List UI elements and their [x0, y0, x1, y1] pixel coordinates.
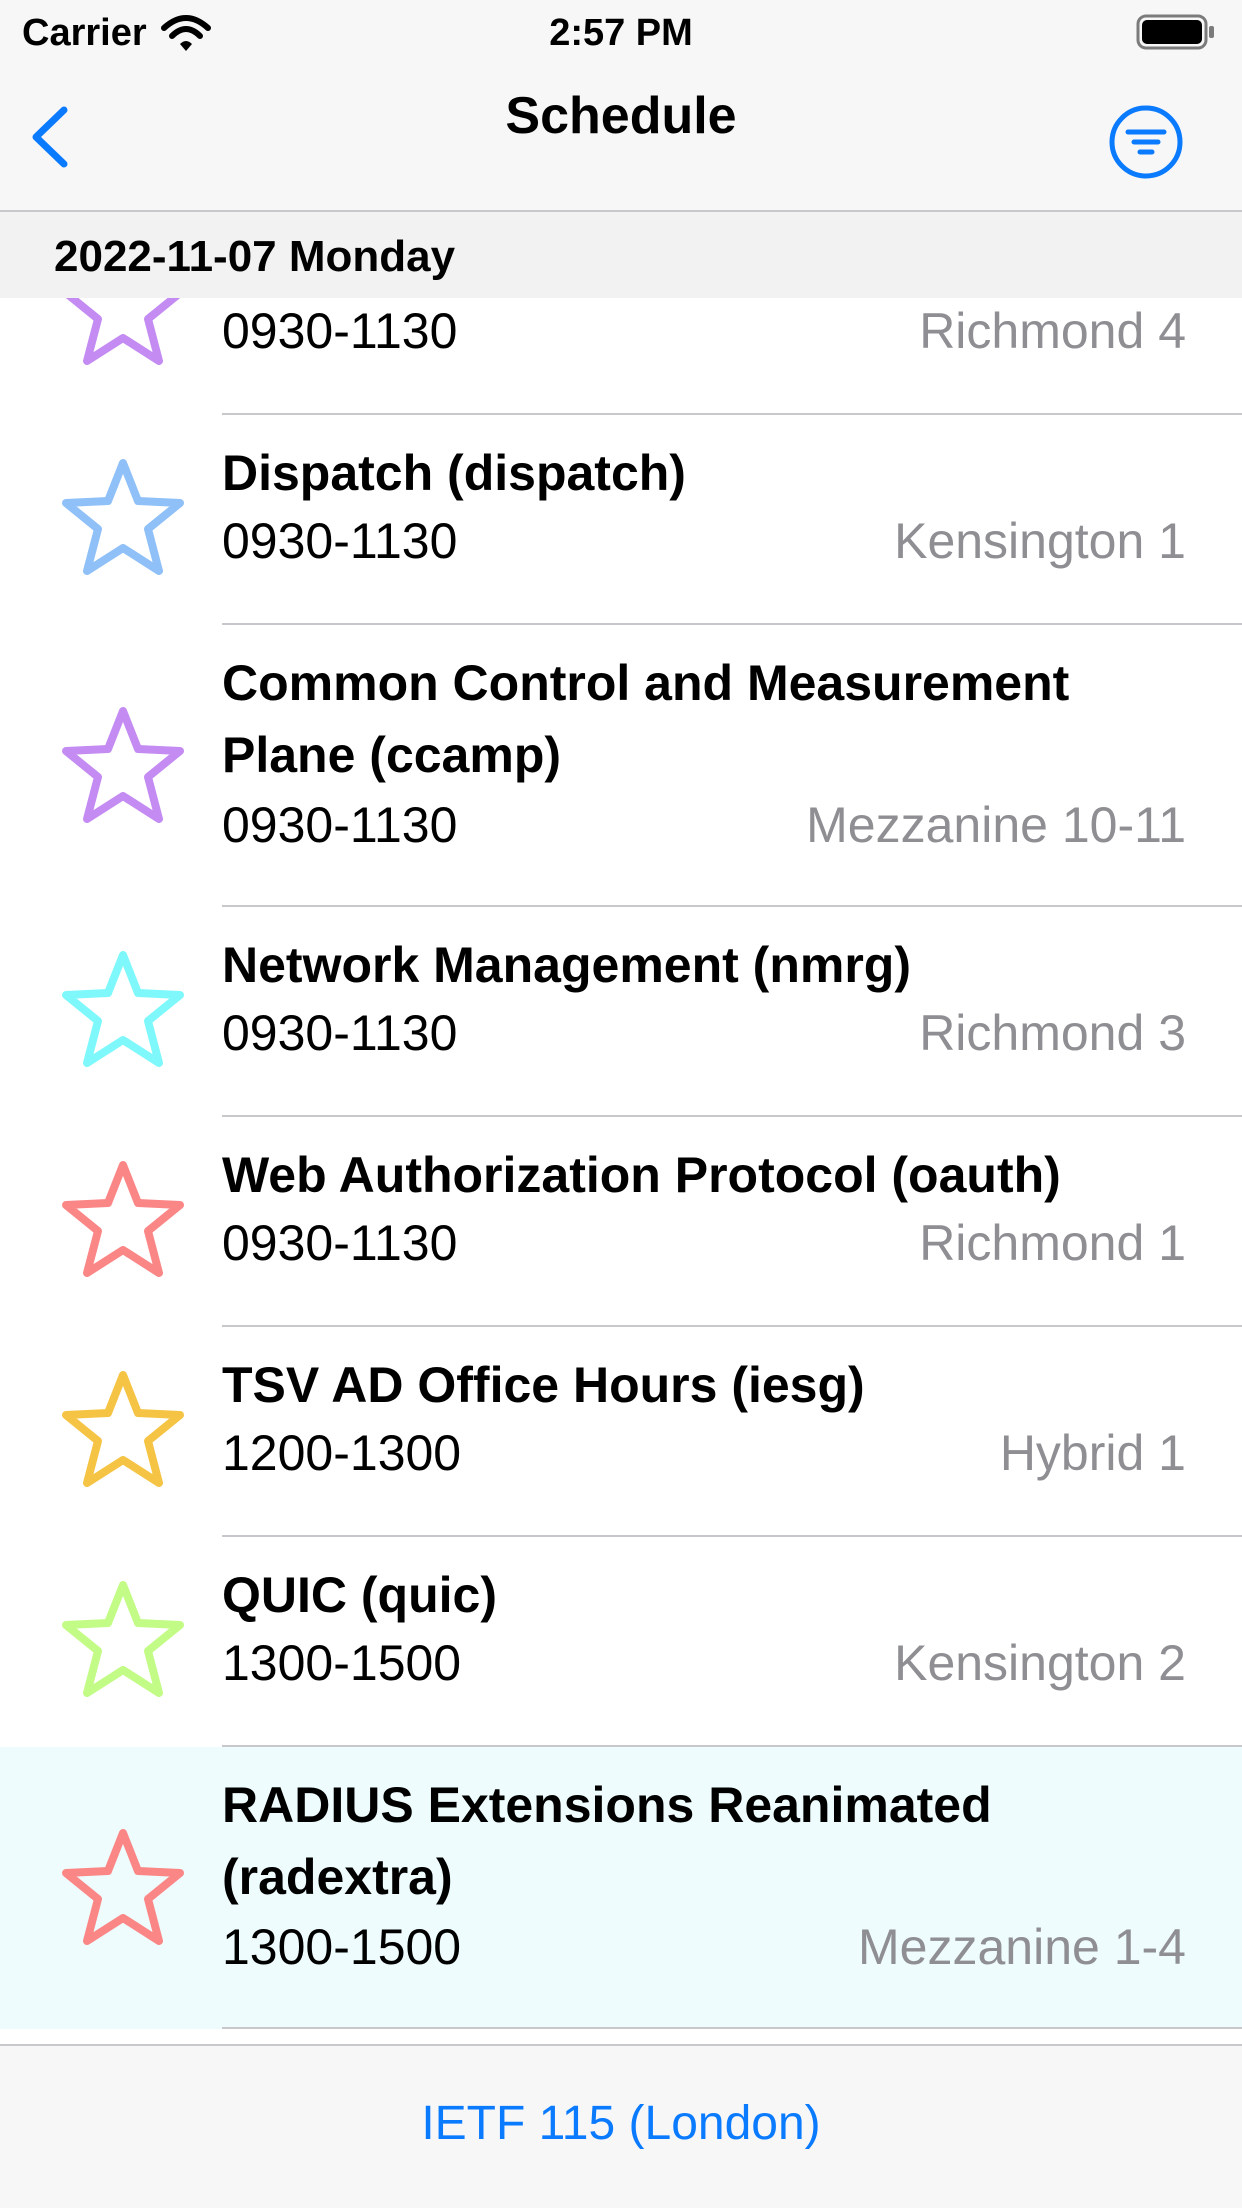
session-row[interactable]: RADIUS Extensions Reanimated (radextra) 1…	[0, 1747, 1242, 2029]
session-title: Common Control and Measurement Plane (cc…	[222, 655, 1070, 783]
session-row[interactable]: Common Control and Measurement Plane (cc…	[0, 625, 1242, 907]
battery-icon	[1136, 14, 1214, 50]
session-row[interactable]: TSV AD Office Hours (iesg) 1200-1300 Hybri…	[0, 1327, 1242, 1537]
status-bar: Carrier 2:57 PM	[0, 0, 1242, 66]
date-section-header: 2022-11-07 Monday	[0, 212, 1242, 298]
favorite-star-icon[interactable]	[60, 1159, 186, 1279]
session-row[interactable]: Dispatch (dispatch) 0930-1130 Kensington 1	[0, 415, 1242, 625]
page-title: Schedule	[505, 87, 737, 145]
session-title: QUIC (quic)	[222, 1567, 497, 1623]
session-room: Richmond 3	[919, 1005, 1186, 1061]
favorite-star-icon[interactable]	[60, 949, 186, 1069]
row-separator	[222, 2027, 1242, 2029]
navigation-bar: Schedule	[0, 66, 1242, 212]
meeting-selector-button[interactable]: IETF 115 (London)	[0, 2096, 1242, 2151]
clock: 2:57 PM	[549, 12, 693, 54]
favorite-star-icon[interactable]	[60, 705, 186, 825]
session-row[interactable]: QUIC (quic) 1300-1500 Kensington 2	[0, 1537, 1242, 1747]
session-row[interactable]: 0930-1130 Richmond 4	[0, 298, 1242, 415]
session-room: Mezzanine 1-4	[858, 1919, 1186, 1975]
bottom-toolbar: IETF 115 (London)	[0, 2044, 1242, 2208]
session-time: 0930-1130	[222, 1215, 458, 1271]
session-time: 1300-1500	[222, 1635, 462, 1691]
session-row[interactable]: Network Management (nmrg) 0930-1130 Richmo…	[0, 907, 1242, 1117]
session-time: 0930-1130	[222, 303, 458, 359]
session-title: RADIUS Extensions Reanimated (radextra)	[222, 1777, 992, 1905]
session-list[interactable]: 0930-1130 Richmond 4 Dispatch (dispatch) 09…	[0, 298, 1242, 2044]
session-row[interactable]: Web Authorization Protocol (oauth) 0930-1…	[0, 1117, 1242, 1327]
favorite-star-icon[interactable]	[60, 1369, 186, 1489]
session-title: Dispatch (dispatch)	[222, 445, 686, 501]
session-time: 0930-1130	[222, 797, 458, 853]
filter-list-icon[interactable]	[1108, 104, 1184, 180]
session-room: Hybrid 1	[999, 1425, 1186, 1481]
session-room: Kensington 2	[894, 1635, 1186, 1691]
session-time: 1300-1500	[222, 1919, 462, 1975]
session-title: Web Authorization Protocol (oauth)	[222, 1147, 1061, 1203]
session-time: 0930-1130	[222, 1005, 458, 1061]
favorite-star-icon[interactable]	[60, 298, 186, 367]
session-room: Richmond 1	[919, 1215, 1186, 1271]
session-room: Richmond 4	[919, 303, 1186, 359]
favorite-star-icon[interactable]	[60, 1579, 186, 1699]
section-date-label: 2022-11-07 Monday	[54, 232, 456, 281]
session-time: 1200-1300	[222, 1425, 462, 1481]
session-room: Kensington 1	[894, 513, 1186, 569]
session-room: Mezzanine 10-11	[806, 797, 1186, 853]
favorite-star-icon[interactable]	[60, 457, 186, 577]
session-title: Network Management (nmrg)	[222, 937, 911, 993]
session-title: TSV AD Office Hours (iesg)	[222, 1357, 865, 1413]
favorite-star-icon[interactable]	[60, 1827, 186, 1947]
session-time: 0930-1130	[222, 513, 458, 569]
